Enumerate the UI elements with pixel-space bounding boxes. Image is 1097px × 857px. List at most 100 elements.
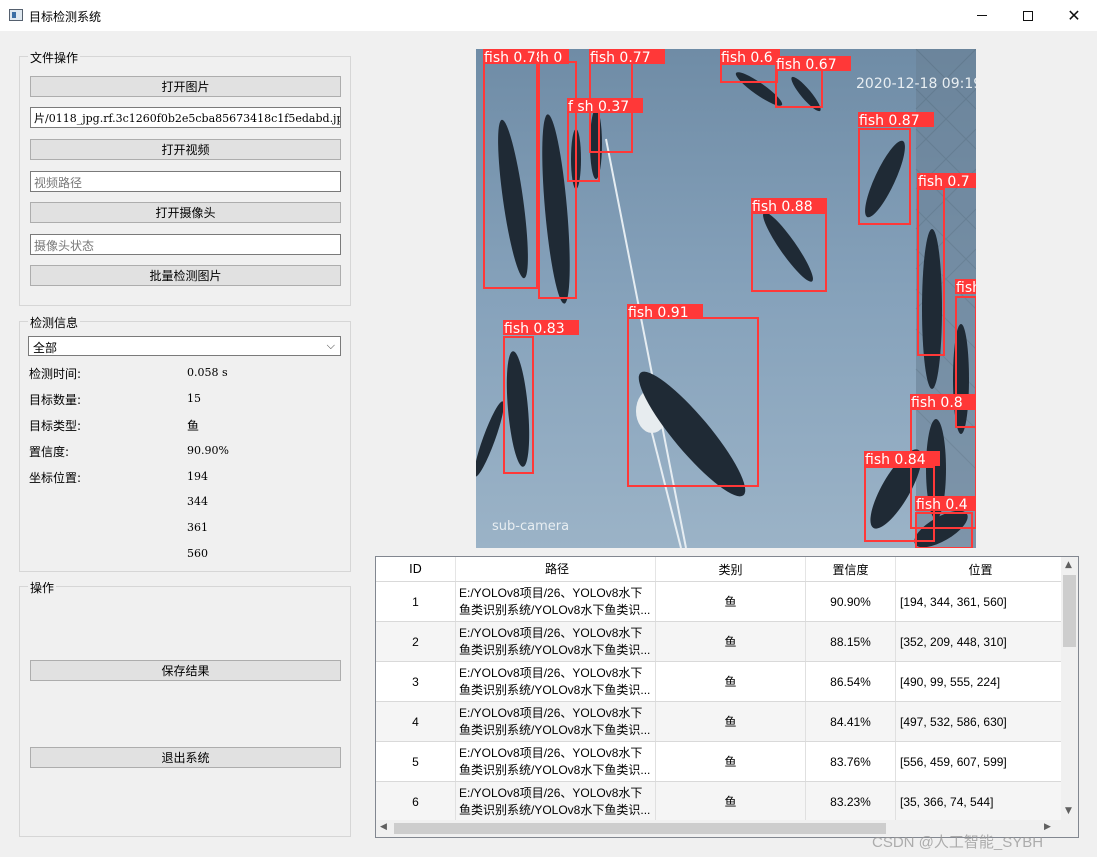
table-row[interactable]: 5 E:/YOLOv8项目/26、YOLOv8水下 鱼类识别系统/YOLOv8水下…	[376, 741, 1062, 781]
cell-path: E:/YOLOv8项目/26、YOLOv8水下 鱼类识别系统/YOLOv8水下鱼类…	[456, 782, 656, 821]
operations-title: 操作	[28, 579, 57, 596]
cell-confidence: 84.41%	[806, 702, 896, 741]
column-header-id[interactable]: ID	[376, 557, 456, 581]
detection-label: fish 0.91	[628, 305, 689, 321]
cell-position: [556, 459, 607, 599]	[896, 742, 1062, 781]
detection-label: fish 0.84	[865, 452, 926, 468]
target-type-value: 鱼	[187, 419, 200, 433]
scroll-up-icon[interactable]: ▲	[1065, 560, 1072, 570]
position-xmin: 194	[187, 470, 208, 483]
detection-label: fish 0.67	[776, 57, 837, 73]
cell-confidence: 83.23%	[806, 782, 896, 821]
video-timestamp: 2020-12-18 09:19:55	[856, 76, 976, 92]
cell-id: 1	[376, 582, 456, 621]
confidence-value: 90.90%	[187, 444, 229, 457]
target-count-label: 目标数量:	[29, 393, 82, 407]
open-camera-button[interactable]: 打开摄像头	[30, 202, 341, 223]
open-video-button[interactable]: 打开视频	[30, 139, 341, 160]
table-row[interactable]: 6 E:/YOLOv8项目/26、YOLOv8水下 鱼类识别系统/YOLOv8水下…	[376, 781, 1062, 821]
cell-position: [35, 366, 74, 544]	[896, 782, 1062, 821]
close-button[interactable]: ✕	[1051, 0, 1097, 31]
vertical-scrollbar[interactable]: ▲ ▼	[1061, 557, 1078, 821]
horizontal-scroll-thumb[interactable]	[394, 823, 886, 834]
maximize-button[interactable]	[1005, 0, 1051, 31]
cell-class: 鱼	[656, 742, 806, 781]
confidence-label: 置信度:	[29, 445, 70, 459]
detection-label: fish 0.83	[504, 321, 565, 337]
table-body: 1 E:/YOLOv8项目/26、YOLOv8水下 鱼类识别系统/YOLOv8水下…	[376, 581, 1062, 821]
detection-label: fish	[956, 280, 976, 296]
target-filter-select[interactable]: 全部 ⌵	[28, 336, 341, 356]
column-header-confidence[interactable]: 置信度	[806, 557, 896, 581]
cell-class: 鱼	[656, 782, 806, 821]
maximize-icon	[1023, 10, 1033, 21]
detection-label: fish 0.78	[484, 50, 545, 66]
cell-id: 2	[376, 622, 456, 661]
detection-label: fish 0.7	[918, 174, 970, 190]
chevron-down-icon: ⌵	[326, 339, 335, 352]
detect-time-value: 0.058 s	[187, 366, 228, 379]
camera-status-field[interactable]: 摄像头状态	[30, 234, 341, 255]
table-header: ID 路径 类别 置信度 位置	[376, 557, 1062, 581]
title-bar: 目标检测系统 ✕	[0, 0, 1097, 31]
target-count-value: 15	[187, 392, 201, 405]
save-result-button[interactable]: 保存结果	[30, 660, 341, 681]
image-path-field[interactable]: 片/0118_jpg.rf.3c1260f0b2e5cba85673418c1f…	[30, 107, 341, 128]
cell-id: 6	[376, 782, 456, 821]
position-ymin: 344	[187, 495, 208, 508]
detection-image-canvas: fish 0.78 h 0 fish 0.77 fish 0.6 fish 0.…	[476, 49, 976, 548]
cell-class: 鱼	[656, 702, 806, 741]
operations-group: 操作	[19, 579, 351, 837]
scroll-right-icon[interactable]: ▶	[1044, 822, 1051, 832]
table-row[interactable]: 1 E:/YOLOv8项目/26、YOLOv8水下 鱼类识别系统/YOLOv8水下…	[376, 581, 1062, 621]
cell-path: E:/YOLOv8项目/26、YOLOv8水下 鱼类识别系统/YOLOv8水下鱼类…	[456, 622, 656, 661]
scrollbar-corner	[1061, 820, 1078, 837]
detection-label: fish 0.77	[590, 50, 651, 66]
vertical-scroll-thumb[interactable]	[1063, 575, 1076, 647]
detection-info-title: 检测信息	[28, 314, 81, 331]
minimize-button[interactable]	[959, 0, 1005, 31]
column-header-position[interactable]: 位置	[896, 557, 1062, 581]
exit-system-button[interactable]: 退出系统	[30, 747, 341, 768]
target-filter-value: 全部	[33, 341, 58, 355]
cell-id: 3	[376, 662, 456, 701]
cell-class: 鱼	[656, 582, 806, 621]
cell-position: [352, 209, 448, 310]	[896, 622, 1062, 661]
cell-position: [194, 344, 361, 560]	[896, 582, 1062, 621]
cell-position: [490, 99, 555, 224]	[896, 662, 1062, 701]
close-icon: ✕	[1067, 5, 1081, 25]
cell-path: E:/YOLOv8项目/26、YOLOv8水下 鱼类识别系统/YOLOv8水下鱼类…	[456, 662, 656, 701]
detection-label: fish 0.8	[911, 395, 963, 411]
video-path-field[interactable]: 视频路径	[30, 171, 341, 192]
detection-label: fish 0.6	[721, 50, 773, 66]
position-xmax: 361	[187, 521, 208, 534]
watermark: CSDN @人工智能_SYBH	[872, 834, 1044, 851]
results-table[interactable]: ID 路径 类别 置信度 位置 1 E:/YOLOv8项目/26、YOLOv8水…	[375, 556, 1079, 838]
cell-class: 鱼	[656, 662, 806, 701]
table-row[interactable]: 3 E:/YOLOv8项目/26、YOLOv8水下 鱼类识别系统/YOLOv8水下…	[376, 661, 1062, 701]
scroll-left-icon[interactable]: ◀	[380, 822, 387, 832]
cell-path: E:/YOLOv8项目/26、YOLOv8水下 鱼类识别系统/YOLOv8水下鱼类…	[456, 702, 656, 741]
cell-confidence: 88.15%	[806, 622, 896, 661]
cell-id: 4	[376, 702, 456, 741]
position-ymax: 560	[187, 547, 208, 560]
table-row[interactable]: 2 E:/YOLOv8项目/26、YOLOv8水下 鱼类识别系统/YOLOv8水下…	[376, 621, 1062, 661]
cell-position: [497, 532, 586, 630]	[896, 702, 1062, 741]
detection-label: fish 0.87	[859, 113, 920, 129]
cell-path: E:/YOLOv8项目/26、YOLOv8水下 鱼类识别系统/YOLOv8水下鱼类…	[456, 742, 656, 781]
open-image-button[interactable]: 打开图片	[30, 76, 341, 97]
detection-label: fish 0.4	[916, 497, 968, 513]
column-header-path[interactable]: 路径	[456, 557, 656, 581]
position-label: 坐标位置:	[29, 471, 82, 485]
batch-detect-button[interactable]: 批量检测图片	[30, 265, 341, 286]
cell-confidence: 86.54%	[806, 662, 896, 701]
scroll-down-icon[interactable]: ▼	[1065, 806, 1072, 816]
column-header-class[interactable]: 类别	[656, 557, 806, 581]
target-type-label: 目标类型:	[29, 419, 82, 433]
detection-image: fish 0.78 h 0 fish 0.77 fish 0.6 fish 0.…	[476, 49, 976, 548]
table-row[interactable]: 4 E:/YOLOv8项目/26、YOLOv8水下 鱼类识别系统/YOLOv8水下…	[376, 701, 1062, 741]
cell-id: 5	[376, 742, 456, 781]
detection-label: f sh 0.37	[568, 99, 629, 115]
detection-label: h 0	[540, 50, 562, 66]
cell-class: 鱼	[656, 622, 806, 661]
